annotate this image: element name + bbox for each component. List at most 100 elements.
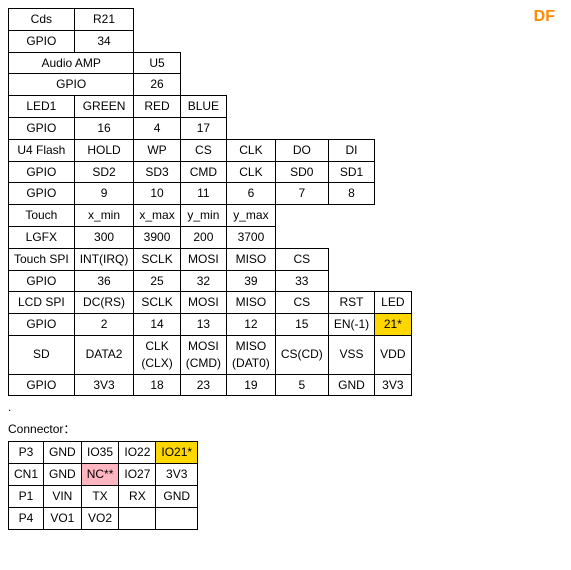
table-row: P1 VIN TX RX GND xyxy=(9,485,198,507)
cell: x_min xyxy=(74,205,134,227)
cell xyxy=(119,507,156,529)
table-row: GPIO 2 14 13 12 15 EN(-1) 21* xyxy=(9,314,412,336)
table-row: CN1 GND NC** IO27 3V3 xyxy=(9,464,198,486)
cell: SD2 xyxy=(74,161,134,183)
cell: BLUE xyxy=(180,96,226,118)
cell-highlighted-pink: NC** xyxy=(81,464,119,486)
table-row: LGFX 300 3900 200 3700 xyxy=(9,226,412,248)
cell: 18 xyxy=(134,374,180,396)
cell: 2 xyxy=(74,314,134,336)
table-row: Cds R21 xyxy=(9,9,412,31)
cell: Audio AMP xyxy=(9,52,134,74)
cell: 17 xyxy=(180,117,226,139)
cell: 33 xyxy=(275,270,328,292)
cell: VO2 xyxy=(81,507,119,529)
cell: INT(IRQ) xyxy=(74,248,134,270)
cell: CS xyxy=(180,139,226,161)
cell: 26 xyxy=(134,74,180,96)
cell: HOLD xyxy=(74,139,134,161)
cell: CLK(CLX) xyxy=(134,335,180,374)
table-row: GPIO 26 xyxy=(9,74,412,96)
cell: GPIO xyxy=(9,74,134,96)
cell: 10 xyxy=(134,183,180,205)
cell: IO22 xyxy=(119,442,156,464)
cell: SD xyxy=(9,335,75,374)
cell: 14 xyxy=(134,314,180,336)
cell: RX xyxy=(119,485,156,507)
cell: P1 xyxy=(9,485,44,507)
cell: GND xyxy=(156,485,198,507)
cell: 300 xyxy=(74,226,134,248)
table-row: GPIO 9 10 11 6 7 8 xyxy=(9,183,412,205)
table-row: GPIO 36 25 32 39 33 xyxy=(9,270,412,292)
cell: GPIO xyxy=(9,374,75,396)
cell: 11 xyxy=(180,183,226,205)
cell: WP xyxy=(134,139,180,161)
cell: GPIO xyxy=(9,270,75,292)
df-label: DF xyxy=(534,8,555,26)
cell: 34 xyxy=(74,30,134,52)
cell: GND xyxy=(44,464,82,486)
cell: R21 xyxy=(74,9,134,31)
cell: IO35 xyxy=(81,442,119,464)
cell: GPIO xyxy=(9,161,75,183)
cell: Touch xyxy=(9,205,75,227)
cell: TX xyxy=(81,485,119,507)
cell: CLK xyxy=(227,139,276,161)
cell: DO xyxy=(275,139,328,161)
cell: MISO(DAT0) xyxy=(227,335,276,374)
cell: CS(CD) xyxy=(275,335,328,374)
cell: LED xyxy=(375,292,411,314)
cell: Touch SPI xyxy=(9,248,75,270)
cell: DATA2 xyxy=(74,335,134,374)
table-row: GPIO 34 xyxy=(9,30,412,52)
cell: DC(RS) xyxy=(74,292,134,314)
cell: VDD xyxy=(375,335,411,374)
table-row: Audio AMP U5 xyxy=(9,52,412,74)
cell: SD1 xyxy=(328,161,374,183)
cell: MOSI(CMD) xyxy=(180,335,226,374)
cell: x_max xyxy=(134,205,180,227)
cell: 3V3 xyxy=(375,374,411,396)
cell: VO1 xyxy=(44,507,82,529)
table-row: P3 GND IO35 IO22 IO21* xyxy=(9,442,198,464)
cell: Cds xyxy=(9,9,75,31)
table-row: P4 VO1 VO2 xyxy=(9,507,198,529)
cell: CLK xyxy=(227,161,276,183)
cell: CS xyxy=(275,248,328,270)
dot-separator: . xyxy=(8,400,563,414)
cell: 16 xyxy=(74,117,134,139)
table-row: GPIO 16 4 17 xyxy=(9,117,412,139)
cell-highlighted: IO21* xyxy=(156,442,198,464)
cell: VIN xyxy=(44,485,82,507)
cell: EN(-1) xyxy=(328,314,374,336)
cell: 39 xyxy=(227,270,276,292)
cell: 12 xyxy=(227,314,276,336)
cell: GPIO xyxy=(9,117,75,139)
cell: U5 xyxy=(134,52,180,74)
cell: VSS xyxy=(328,335,374,374)
cell: 25 xyxy=(134,270,180,292)
cell: 3900 xyxy=(134,226,180,248)
table-row: LCD SPI DC(RS) SCLK MOSI MISO CS RST LED xyxy=(9,292,412,314)
table-row: GPIO 3V3 18 23 19 5 GND 3V3 xyxy=(9,374,412,396)
cell: 23 xyxy=(180,374,226,396)
cell: RED xyxy=(134,96,180,118)
cell: 15 xyxy=(275,314,328,336)
table-row: Touch SPI INT(IRQ) SCLK MOSI MISO CS xyxy=(9,248,412,270)
cell: SD0 xyxy=(275,161,328,183)
cell: RST xyxy=(328,292,374,314)
cell: CMD xyxy=(180,161,226,183)
table-row: LED1 GREEN RED BLUE xyxy=(9,96,412,118)
cell: P4 xyxy=(9,507,44,529)
cell: GREEN xyxy=(74,96,134,118)
cell: 5 xyxy=(275,374,328,396)
cell: IO27 xyxy=(119,464,156,486)
cell: SCLK xyxy=(134,248,180,270)
cell: 8 xyxy=(328,183,374,205)
cell: 3V3 xyxy=(74,374,134,396)
cell: MOSI xyxy=(180,248,226,270)
table-row: GPIO SD2 SD3 CMD CLK SD0 SD1 xyxy=(9,161,412,183)
cell: 19 xyxy=(227,374,276,396)
table-row: Touch x_min x_max y_min y_max xyxy=(9,205,412,227)
